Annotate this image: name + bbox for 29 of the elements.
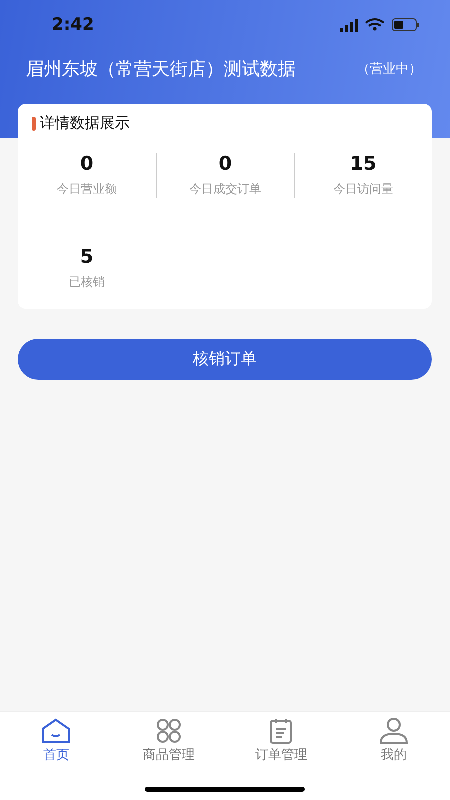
stat-value: 0 xyxy=(80,153,94,175)
signal-icon xyxy=(340,18,358,32)
verify-order-button[interactable]: 核销订单 xyxy=(18,339,432,380)
wifi-icon xyxy=(365,18,385,32)
tab-label: 首页 xyxy=(43,747,70,764)
grid-icon xyxy=(154,718,183,744)
store-title: 眉州东坡（常营天街店）测试数据 xyxy=(26,58,296,81)
stat-value: 0 xyxy=(218,153,232,175)
card-title: 详情数据展示 xyxy=(40,114,130,133)
document-icon xyxy=(269,718,294,744)
tab-label: 商品管理 xyxy=(142,747,195,764)
tab-item[interactable]: 首页 xyxy=(0,712,112,764)
stat-label: 已核销 xyxy=(69,274,105,291)
stat-value: 5 xyxy=(80,246,94,268)
stat-value: 15 xyxy=(350,153,377,175)
status-time: 2:42 xyxy=(52,15,94,35)
business-status: （营业中） xyxy=(357,61,422,78)
person-icon xyxy=(378,718,409,744)
tab-label: 我的 xyxy=(380,747,407,764)
tab-label: 订单管理 xyxy=(255,747,308,764)
home-icon xyxy=(41,718,72,744)
battery-icon xyxy=(392,18,420,32)
stat-label: 今日营业额 xyxy=(57,181,117,198)
accent-bar xyxy=(32,116,36,130)
tab-item[interactable]: 我的 xyxy=(338,712,450,764)
stat-label: 今日成交订单 xyxy=(190,181,262,198)
stat-label: 今日访问量 xyxy=(334,181,394,198)
tab-item[interactable]: 订单管理 xyxy=(225,712,338,764)
tab-item[interactable]: 商品管理 xyxy=(112,712,225,764)
